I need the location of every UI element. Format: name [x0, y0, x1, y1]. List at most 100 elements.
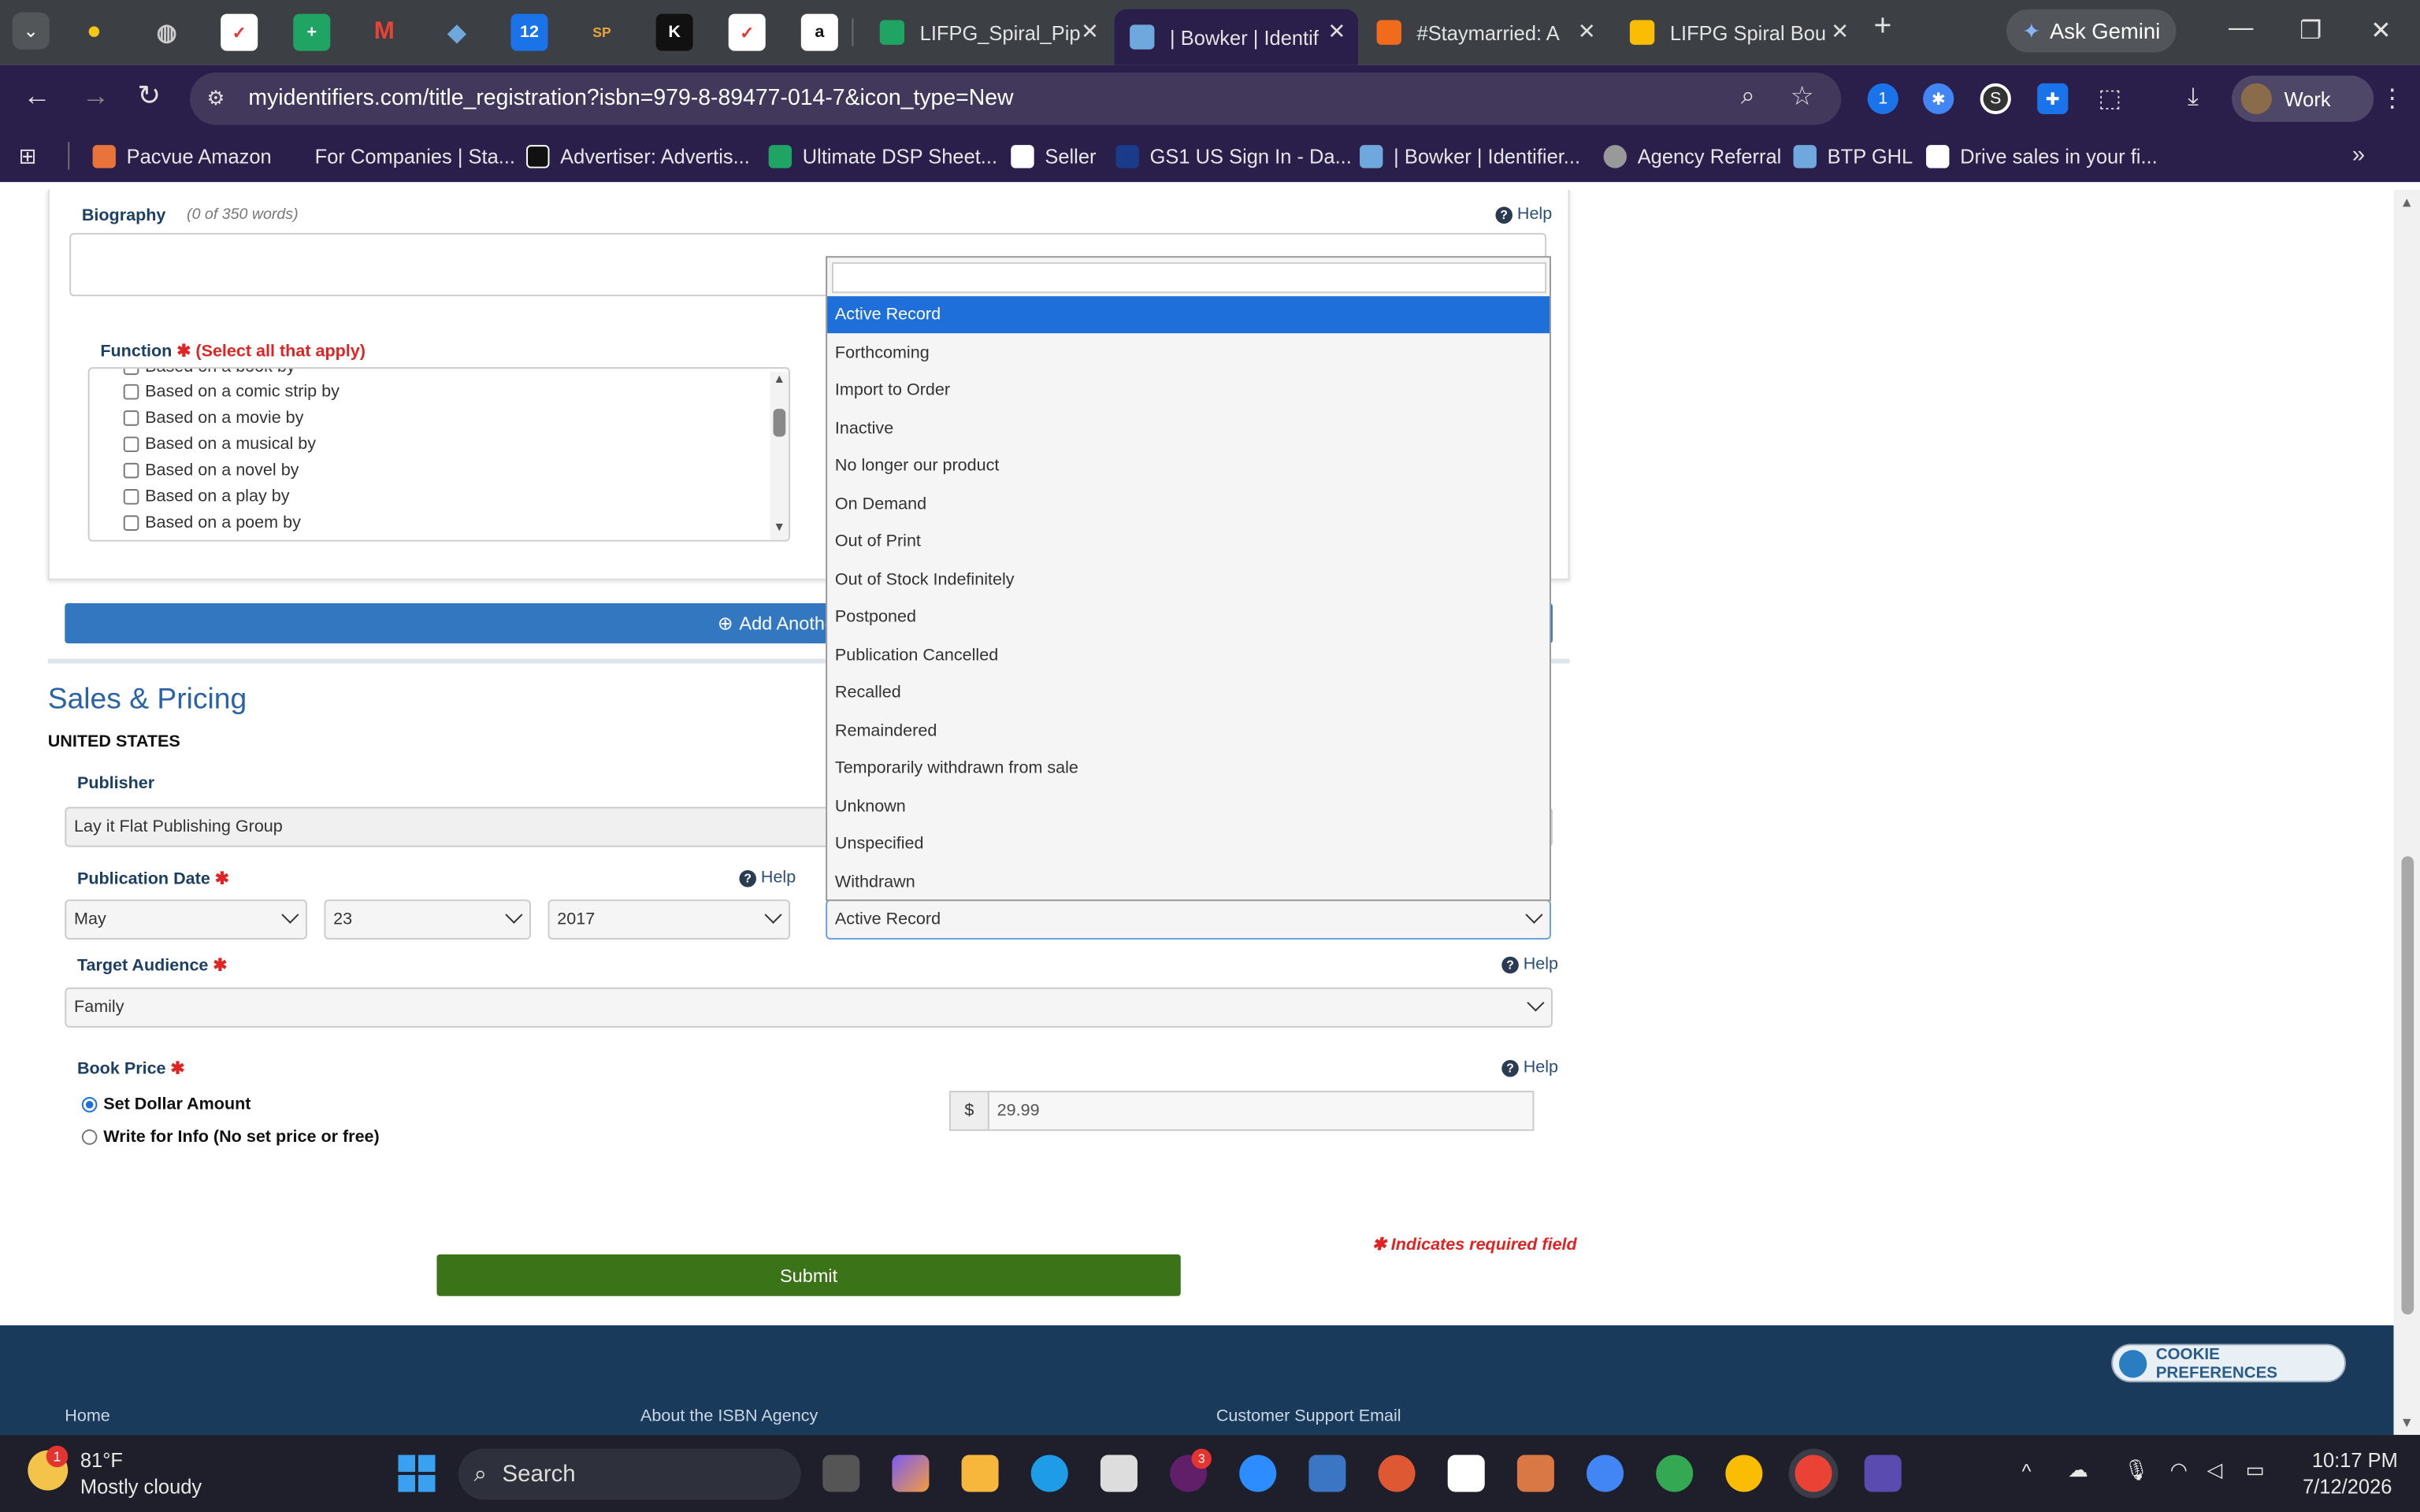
bookmark-for-companies[interactable]: For Companies | Sta... [280, 145, 515, 169]
scroll-up-icon[interactable]: ▲ [774, 372, 786, 386]
volume-icon[interactable]: ◁ [2207, 1458, 2223, 1482]
gmail-icon[interactable]: M [366, 14, 403, 51]
snipping-tool-icon[interactable] [1100, 1455, 1138, 1492]
apps-grid-icon[interactable]: ⊞ [19, 143, 37, 169]
back-button[interactable]: ← [23, 80, 50, 113]
menu-kebab-icon[interactable]: ⋮ [2380, 83, 2404, 114]
chrome-icon-active[interactable] [1795, 1455, 1832, 1492]
checkbox[interactable] [123, 462, 139, 479]
pub-day-select[interactable]: 23 [324, 899, 531, 940]
task-view-icon[interactable] [822, 1455, 860, 1492]
show-hidden-icons[interactable]: ^ [2022, 1459, 2032, 1482]
status-option[interactable]: Postponed [827, 598, 1550, 636]
radio-unselected[interactable] [81, 1129, 98, 1145]
bookmark-pacvue[interactable]: Pacvue Amazon [92, 145, 272, 169]
pubdate-help[interactable]: ? Help [739, 869, 796, 888]
submit-button[interactable]: Submit [436, 1254, 1181, 1296]
status-option[interactable]: On Demand [827, 485, 1550, 522]
password-manager-icon[interactable]: 1 [1867, 83, 1899, 114]
copilot-icon[interactable] [892, 1455, 930, 1492]
minimize-button[interactable]: — [2229, 16, 2253, 43]
function-item[interactable]: Based on a movie by [123, 409, 303, 428]
status-option[interactable]: Out of Stock Indefinitely [827, 561, 1550, 598]
function-item[interactable]: Based on a play by [123, 487, 290, 506]
bookmark-btp-ghl[interactable]: BTP GHL [1793, 145, 1913, 169]
tab-bowker-active[interactable]: | Bowker | Identif ✕ [1114, 9, 1359, 65]
edge-icon[interactable] [1030, 1455, 1068, 1492]
checkbox[interactable] [123, 410, 139, 426]
site-info-icon[interactable]: ⚙ [207, 87, 225, 111]
status-dropdown-list[interactable]: Active Record Forthcoming Import to Order I… [826, 256, 1551, 902]
wifi-icon[interactable]: ◠ [2170, 1458, 2188, 1482]
bookmark-agency-referral[interactable]: Agency Referral [1603, 145, 1781, 169]
status-option[interactable]: Unknown [827, 788, 1550, 825]
status-option[interactable]: Publication Cancelled [827, 636, 1550, 673]
windows-start-icon[interactable] [398, 1455, 436, 1492]
bookmark-ultimate-dsp[interactable]: Ultimate DSP Sheet... [768, 145, 997, 169]
tab-search-button[interactable]: ⌄ [12, 12, 50, 50]
scroll-up-arrow-icon[interactable]: ▲ [2400, 195, 2414, 210]
bookmark-drive-sales[interactable]: Drive sales in your fi... [1926, 145, 2158, 169]
download-icon[interactable]: ⤓ [2177, 83, 2208, 114]
zoom-app-icon[interactable] [1239, 1455, 1277, 1492]
sheets-icon[interactable]: + [293, 13, 331, 51]
function-item[interactable]: Based on a book by [123, 369, 295, 376]
battery-icon[interactable]: ▭ [2246, 1458, 2265, 1482]
clock-date[interactable]: 7/12/2026 [2303, 1475, 2392, 1498]
chrome-icon-3[interactable] [1725, 1455, 1763, 1492]
status-option[interactable]: Out of Print [827, 523, 1550, 560]
set-dollar-radio[interactable]: Set Dollar Amount [81, 1095, 251, 1114]
clock-time[interactable]: 10:17 PM [2312, 1449, 2398, 1472]
tasks-icon-2[interactable]: ✓ [728, 13, 766, 51]
list-scroll-thumb[interactable] [773, 409, 786, 437]
extensions-icon[interactable]: ⬚ [2095, 83, 2125, 114]
bookmark-seller[interactable]: Seller [1011, 145, 1097, 169]
close-icon[interactable]: ✕ [1081, 19, 1099, 45]
close-icon[interactable]: ✕ [1327, 19, 1345, 45]
status-option[interactable]: Unspecified [827, 825, 1550, 862]
status-option[interactable]: Inactive [827, 410, 1550, 447]
sp-icon[interactable]: SP [584, 14, 621, 51]
forward-button[interactable]: → [82, 80, 109, 113]
capcut-icon[interactable] [1447, 1455, 1485, 1492]
footer-link-support[interactable]: Customer Support Email [1216, 1407, 1401, 1426]
checkbox[interactable] [123, 384, 139, 400]
audience-help[interactable]: ? Help [1501, 955, 1558, 973]
status-option[interactable]: No longer our product [827, 447, 1550, 484]
bookmark-gs1[interactable]: GS1 US Sign In - Da... [1115, 145, 1352, 169]
extension-puzzle-blue-icon[interactable]: ✚ [2037, 83, 2069, 114]
write-for-info-radio[interactable]: Write for Info (No set price or free) [81, 1128, 380, 1147]
status-option[interactable]: Temporarily withdrawn from sale [827, 750, 1550, 787]
bowker-diamond-icon[interactable]: ◆ [438, 14, 475, 51]
scroll-down-arrow-icon[interactable]: ▼ [2400, 1415, 2414, 1431]
microphone-icon[interactable]: 🎙 [2124, 1458, 2149, 1482]
file-explorer-icon[interactable] [961, 1455, 999, 1492]
url-text[interactable]: myidentifiers.com/title_registration?isb… [248, 87, 1013, 111]
status-option[interactable]: Withdrawn [827, 863, 1550, 900]
more-bookmarks-icon[interactable]: » [2352, 142, 2365, 168]
dropdown-search-input[interactable] [832, 262, 1547, 294]
taskbar-search[interactable]: ⌕ Search [458, 1448, 801, 1500]
checkbox[interactable] [123, 489, 139, 505]
status-option[interactable]: Active Record [827, 296, 1550, 334]
price-input[interactable]: 29.99 [987, 1091, 1535, 1132]
product-status-select[interactable]: Active Record [826, 899, 1551, 940]
close-icon[interactable]: ✕ [1578, 19, 1596, 45]
claude-icon[interactable] [1516, 1455, 1554, 1492]
globe-icon[interactable]: ◍ [148, 14, 185, 51]
tab-lifpg-spiral-pipe[interactable]: LIFPG_Spiral_Pipi ✕ [864, 9, 1111, 56]
biography-help[interactable]: ? Help [1495, 206, 1552, 224]
function-item[interactable]: Based on a poem by [123, 513, 301, 532]
bookmark-advertiser[interactable]: Advertiser: Advertis... [526, 145, 750, 169]
status-option[interactable]: Remaindered [827, 712, 1550, 749]
pub-month-select[interactable]: May [65, 899, 307, 940]
extension-s-icon[interactable]: S [1980, 83, 2011, 114]
restore-button[interactable]: ❐ [2299, 16, 2322, 46]
onedrive-icon[interactable]: ☁ [2068, 1458, 2088, 1482]
bookmark-bowker[interactable]: | Bowker | Identifier... [1360, 145, 1580, 169]
price-help[interactable]: ? Help [1501, 1058, 1558, 1077]
new-tab-button[interactable]: + [1873, 9, 1891, 45]
chrome-icon-1[interactable] [1587, 1455, 1624, 1492]
cookie-preferences-button[interactable]: COOKIE PREFERENCES [2111, 1343, 2346, 1383]
checkbox[interactable] [123, 436, 139, 453]
